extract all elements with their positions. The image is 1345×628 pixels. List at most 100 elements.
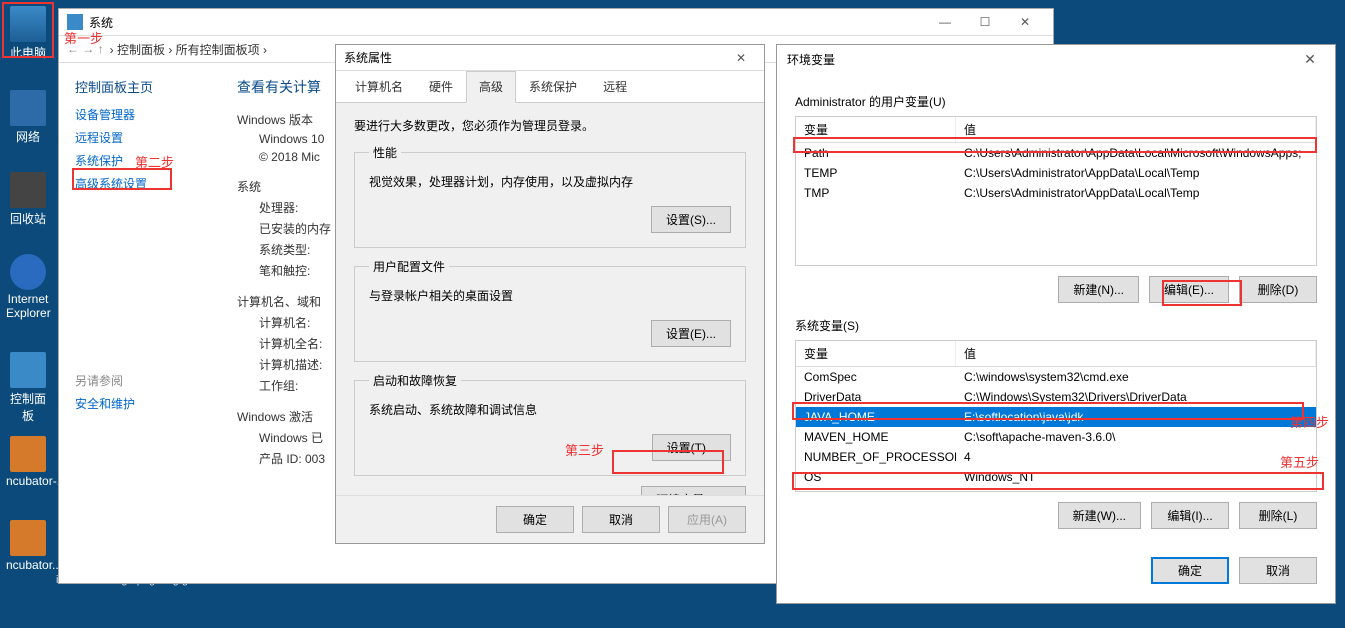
table-row[interactable]: PathC:\Users\Administrator\AppData\Local… bbox=[796, 143, 1316, 163]
sys-vars-table[interactable]: 变量 值 ComSpecC:\windows\system32\cmd.exeD… bbox=[795, 340, 1317, 492]
col-variable: 变量 bbox=[796, 341, 956, 366]
table-row[interactable]: MAVEN_HOMEC:\soft\apache-maven-3.6.0\ bbox=[796, 427, 1316, 447]
var-value: C:\Users\Administrator\AppData\Local\Mic… bbox=[956, 143, 1316, 163]
var-value: 4 bbox=[956, 447, 1316, 467]
system-titlebar[interactable]: 系统 — ☐ ✕ bbox=[59, 9, 1053, 35]
var-value: Windows_NT bbox=[956, 467, 1316, 487]
profile-settings-button[interactable]: 设置(E)... bbox=[651, 320, 731, 347]
props-tabs: 计算机名 硬件 高级 系统保护 远程 bbox=[336, 71, 764, 103]
var-value: C:\Users\Administrator\AppData\Local\Tem… bbox=[956, 163, 1316, 183]
props-ok-button[interactable]: 确定 bbox=[496, 506, 574, 533]
col-variable: 变量 bbox=[796, 117, 956, 142]
sidebar-link-device-manager[interactable]: 设备管理器 bbox=[75, 106, 203, 123]
props-title: 系统属性 bbox=[344, 49, 392, 66]
table-row[interactable]: ComSpecC:\windows\system32\cmd.exe bbox=[796, 367, 1316, 387]
sidebar: 控制面板主页 设备管理器 远程设置 系统保护 高级系统设置 另请参阅 安全和维护 bbox=[59, 63, 219, 583]
legend-performance: 性能 bbox=[369, 144, 401, 161]
sidebar-link-remote-settings[interactable]: 远程设置 bbox=[75, 129, 203, 146]
breadcrumb-path[interactable]: › 控制面板 › 所有控制面板项 › bbox=[110, 41, 267, 58]
desktop-icon-network[interactable]: 网络 bbox=[6, 90, 50, 145]
tab-remote[interactable]: 远程 bbox=[590, 71, 640, 102]
table-header: 变量 值 bbox=[796, 117, 1316, 143]
sys-delete-button[interactable]: 删除(L) bbox=[1239, 502, 1317, 529]
col-value: 值 bbox=[956, 341, 1316, 366]
user-delete-button[interactable]: 删除(D) bbox=[1239, 276, 1317, 303]
startup-settings-button[interactable]: 设置(T)... bbox=[652, 434, 731, 461]
fieldset-performance: 性能 视觉效果，处理器计划，内存使用，以及虚拟内存 设置(S)... bbox=[354, 144, 746, 248]
var-value: E:\softlocation\java\jdk bbox=[956, 407, 1316, 427]
desktop-icon-incubator2[interactable]: ncubator... bbox=[6, 520, 50, 572]
var-name: MAVEN_HOME bbox=[796, 427, 956, 447]
minimize-button[interactable]: — bbox=[925, 10, 965, 34]
maximize-button[interactable]: ☐ bbox=[965, 10, 1005, 34]
var-value: C:\windows\system32\cmd.exe bbox=[956, 367, 1316, 387]
user-edit-button[interactable]: 编辑(E)... bbox=[1149, 276, 1229, 303]
sys-edit-button[interactable]: 编辑(I)... bbox=[1151, 502, 1229, 529]
admin-note: 要进行大多数更改，您必须作为管理员登录。 bbox=[354, 117, 746, 134]
system-icon bbox=[67, 14, 83, 30]
var-name: TMP bbox=[796, 183, 956, 203]
table-row[interactable]: TMPC:\Users\Administrator\AppData\Local\… bbox=[796, 183, 1316, 203]
perf-settings-button[interactable]: 设置(S)... bbox=[651, 206, 731, 233]
desktop-icon-ie[interactable]: Internet Explorer bbox=[6, 254, 50, 320]
var-name: NUMBER_OF_PROCESSORS bbox=[796, 447, 956, 467]
var-name: Path bbox=[796, 143, 956, 163]
control-panel-icon bbox=[10, 352, 46, 388]
close-button[interactable]: ✕ bbox=[1005, 10, 1045, 34]
user-vars-table[interactable]: 变量 值 PathC:\Users\Administrator\AppData\… bbox=[795, 116, 1317, 266]
fieldset-startup-recovery: 启动和故障恢复 系统启动、系统故障和调试信息 设置(T)... bbox=[354, 372, 746, 476]
desktop-icon-this-pc[interactable]: 此电脑 bbox=[6, 6, 50, 61]
tab-advanced[interactable]: 高级 bbox=[466, 71, 516, 103]
nav-arrows[interactable]: ← → ↑ bbox=[67, 42, 104, 56]
var-name: ComSpec bbox=[796, 367, 956, 387]
sidebar-link-system-protection[interactable]: 系统保护 bbox=[75, 152, 203, 169]
var-name: OS bbox=[796, 467, 956, 487]
network-icon bbox=[10, 90, 46, 126]
desktop-icon-incubator1[interactable]: ncubator-... bbox=[6, 436, 50, 488]
sys-new-button[interactable]: 新建(W)... bbox=[1058, 502, 1141, 529]
system-properties-dialog: 系统属性 ✕ 计算机名 硬件 高级 系统保护 远程 要进行大多数更改，您必须作为… bbox=[335, 44, 765, 544]
table-row[interactable]: PathC:\ProgramData\Oracle\Java\javapath;… bbox=[796, 487, 1316, 492]
var-value: C:\Windows\System32\Drivers\DriverData bbox=[956, 387, 1316, 407]
tab-hardware[interactable]: 硬件 bbox=[416, 71, 466, 102]
env-ok-button[interactable]: 确定 bbox=[1151, 557, 1229, 584]
table-row[interactable]: DriverDataC:\Windows\System32\Drivers\Dr… bbox=[796, 387, 1316, 407]
recycle-bin-icon bbox=[10, 172, 46, 208]
environment-variables-dialog: 环境变量 ✕ Administrator 的用户变量(U) 变量 值 PathC… bbox=[776, 44, 1336, 604]
var-name: Path bbox=[796, 487, 956, 492]
table-header: 变量 值 bbox=[796, 341, 1316, 367]
props-cancel-button[interactable]: 取消 bbox=[582, 506, 660, 533]
sidebar-header: 控制面板主页 bbox=[75, 77, 203, 96]
table-row[interactable]: NUMBER_OF_PROCESSORS4 bbox=[796, 447, 1316, 467]
env-title: 环境变量 bbox=[787, 51, 835, 68]
desktop-icon-control-panel[interactable]: 控制面板 bbox=[6, 352, 50, 424]
props-close-button[interactable]: ✕ bbox=[726, 51, 756, 65]
desktop-icon-recycle-bin[interactable]: 回收站 bbox=[6, 172, 50, 227]
props-titlebar[interactable]: 系统属性 ✕ bbox=[336, 45, 764, 71]
tab-computer-name[interactable]: 计算机名 bbox=[342, 71, 416, 102]
profile-text: 与登录帐户相关的桌面设置 bbox=[369, 287, 731, 304]
perf-text: 视觉效果，处理器计划，内存使用，以及虚拟内存 bbox=[369, 173, 731, 190]
var-value: C:\soft\apache-maven-3.6.0\ bbox=[956, 427, 1316, 447]
user-new-button[interactable]: 新建(N)... bbox=[1058, 276, 1139, 303]
env-cancel-button[interactable]: 取消 bbox=[1239, 557, 1317, 584]
tab-system-protection[interactable]: 系统保护 bbox=[516, 71, 590, 102]
env-close-button[interactable]: ✕ bbox=[1295, 51, 1325, 68]
col-value: 值 bbox=[956, 117, 1316, 142]
legend-startup: 启动和故障恢复 bbox=[369, 372, 461, 389]
table-row[interactable]: OSWindows_NT bbox=[796, 467, 1316, 487]
var-name: JAVA_HOME bbox=[796, 407, 956, 427]
fieldset-user-profiles: 用户配置文件 与登录帐户相关的桌面设置 设置(E)... bbox=[354, 258, 746, 362]
sidebar-link-security[interactable]: 安全和维护 bbox=[75, 395, 203, 412]
var-name: DriverData bbox=[796, 387, 956, 407]
sidebar-link-advanced-settings[interactable]: 高级系统设置 bbox=[75, 175, 203, 192]
sys-vars-label: 系统变量(S) bbox=[795, 317, 1317, 334]
env-titlebar[interactable]: 环境变量 ✕ bbox=[777, 45, 1335, 73]
pc-icon bbox=[10, 6, 46, 42]
sidebar-related-header: 另请参阅 bbox=[75, 372, 203, 389]
table-row[interactable]: JAVA_HOMEE:\softlocation\java\jdk bbox=[796, 407, 1316, 427]
table-row[interactable]: TEMPC:\Users\Administrator\AppData\Local… bbox=[796, 163, 1316, 183]
folder-icon bbox=[10, 520, 46, 556]
legend-profiles: 用户配置文件 bbox=[369, 258, 449, 275]
var-value: C:\Users\Administrator\AppData\Local\Tem… bbox=[956, 183, 1316, 203]
